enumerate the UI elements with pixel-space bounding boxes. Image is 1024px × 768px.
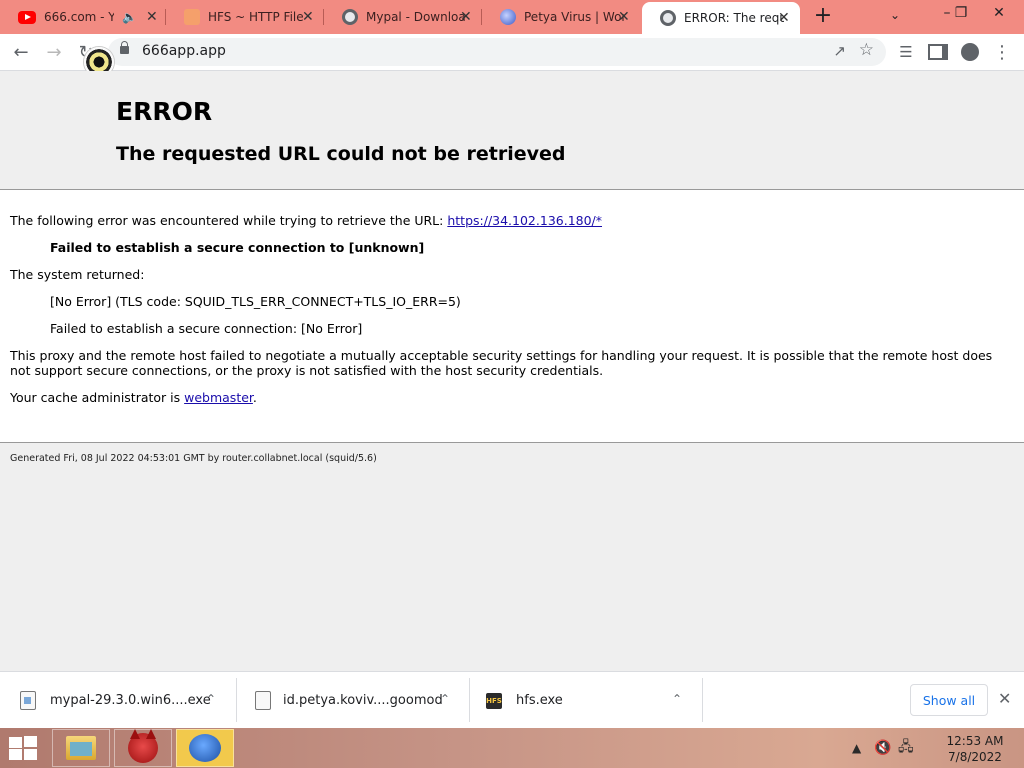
close-tab-icon[interactable]: ✕	[302, 9, 314, 25]
download-bar: mypal-29.3.0.win6....exe ⌃ id.petya.kovi…	[0, 671, 1024, 729]
forward-icon[interactable]: →	[42, 40, 66, 64]
petya-icon	[500, 9, 516, 25]
tab-youtube[interactable]: 666.com - Yo 🔈 ✕	[0, 0, 166, 34]
hfs-file-icon: HFS	[486, 692, 502, 709]
error-header: ERROR The requested URL could not be ret…	[0, 71, 1024, 190]
error-explanation: This proxy and the remote host failed to…	[10, 348, 993, 378]
close-tab-icon[interactable]: ✕	[460, 9, 472, 25]
close-window-icon[interactable]: ✕	[984, 2, 1014, 24]
download-item-mypal[interactable]: mypal-29.3.0.win6....exe	[20, 672, 230, 729]
hfs-server-taskbar-icon[interactable]	[176, 729, 234, 767]
chevron-up-icon[interactable]: ⌃	[206, 692, 216, 706]
youtube-icon	[18, 10, 36, 24]
tab-petya[interactable]: Petya Virus | Wor ✕	[482, 0, 640, 34]
show-all-button[interactable]: Show all	[910, 684, 988, 716]
error-subtitle: The requested URL could not be retrieved	[116, 143, 566, 165]
error-intro: The following error was encountered whil…	[10, 213, 602, 228]
admin-line: Your cache administrator is webmaster.	[10, 390, 257, 405]
side-panel-icon[interactable]	[926, 40, 950, 64]
generated-footer: Generated Fri, 08 Jul 2022 04:53:01 GMT …	[10, 453, 377, 464]
tab-mypal[interactable]: Mypal - Download ✕	[324, 0, 482, 34]
browser-toolbar: ← → ↻ 666app.app ↗ ☆ ☰ ⋮	[0, 34, 1024, 71]
error-title: ERROR	[116, 97, 213, 126]
secure-connection-error: Failed to establish a secure connection:…	[50, 321, 363, 336]
installer-file-icon	[20, 691, 36, 710]
media-queue-icon[interactable]: ☰	[894, 40, 918, 64]
intro-text: The following error was encountered whil…	[10, 213, 448, 228]
admin-text: Your cache administrator is	[10, 390, 185, 405]
error-body: The following error was encountered whil…	[0, 190, 1024, 443]
download-filename: id.petya.koviv....goomod	[283, 693, 443, 708]
new-tab-button[interactable]: +	[812, 5, 834, 28]
windows-taskbar: ▲ 🔇 🖧 12:53 AM 7/8/2022	[0, 728, 1024, 768]
volume-muted-icon[interactable]: 🔇	[874, 728, 891, 768]
requested-url-link[interactable]: https://34.102.136.180/*	[447, 213, 602, 228]
page-content: ERROR The requested URL could not be ret…	[0, 71, 1024, 671]
bookmark-star-icon[interactable]: ☆	[859, 40, 874, 60]
tab-title: 666.com - Yo	[44, 10, 114, 24]
devil-app-taskbar-icon[interactable]	[114, 729, 172, 767]
tab-title: Mypal - Download	[366, 10, 466, 24]
address-bar[interactable]: 666app.app ↗ ☆	[108, 38, 886, 66]
download-filename: hfs.exe	[516, 693, 563, 708]
close-tab-icon[interactable]: ✕	[778, 10, 790, 26]
tab-title: Petya Virus | Wor	[524, 10, 624, 24]
back-icon[interactable]: ←	[9, 40, 33, 64]
tab-hfs[interactable]: HFS ~ HTTP File S ✕	[166, 0, 324, 34]
globe-icon	[342, 9, 358, 25]
hfs-icon	[184, 9, 200, 25]
blank-file-icon	[255, 691, 271, 710]
close-download-bar-icon[interactable]: ✕	[998, 689, 1011, 708]
url-text[interactable]: 666app.app	[142, 43, 226, 59]
clock-time: 12:53 AM	[946, 734, 1004, 748]
tab-title: ERROR: The reque	[684, 11, 784, 25]
system-returned-label: The system returned:	[10, 267, 145, 282]
download-item-petya[interactable]: id.petya.koviv....goomod	[255, 672, 445, 729]
restore-icon[interactable]: ❐	[946, 2, 976, 24]
share-icon[interactable]: ↗	[833, 42, 846, 60]
tab-search-chevron-icon[interactable]: ⌄	[890, 8, 900, 22]
tab-error[interactable]: ERROR: The reque ✕	[642, 2, 800, 34]
tls-error-code: [No Error] (TLS code: SQUID_TLS_ERR_CONN…	[50, 294, 461, 309]
tray-up-arrow-icon[interactable]: ▲	[852, 728, 861, 768]
clock-date: 7/8/2022	[948, 750, 1002, 764]
tab-title: HFS ~ HTTP File S	[208, 10, 308, 24]
chevron-up-icon[interactable]: ⌃	[440, 692, 450, 706]
chevron-up-icon[interactable]: ⌃	[672, 692, 682, 706]
error-message: Failed to establish a secure connection …	[50, 240, 425, 255]
close-tab-icon[interactable]: ✕	[618, 9, 630, 25]
admin-suffix: .	[252, 390, 257, 405]
download-filename: mypal-29.3.0.win6....exe	[50, 693, 211, 708]
close-tab-icon[interactable]: ✕	[146, 9, 158, 25]
globe-icon	[660, 10, 676, 26]
tab-strip: 666.com - Yo 🔈 ✕ HFS ~ HTTP File S ✕ Myp…	[0, 0, 1024, 34]
windows-start-icon[interactable]	[8, 736, 38, 760]
download-item-hfs[interactable]: HFS hfs.exe	[486, 672, 666, 729]
menu-kebab-icon[interactable]: ⋮	[990, 40, 1014, 64]
lock-icon[interactable]	[120, 41, 129, 54]
webmaster-link[interactable]: webmaster	[184, 390, 253, 405]
file-explorer-taskbar-icon[interactable]	[52, 729, 110, 767]
speaker-icon[interactable]: 🔈	[122, 10, 137, 24]
system-clock[interactable]: 12:53 AM 7/8/2022	[940, 733, 1010, 765]
network-icon[interactable]: 🖧	[898, 728, 914, 768]
profile-avatar-icon[interactable]	[958, 40, 982, 64]
